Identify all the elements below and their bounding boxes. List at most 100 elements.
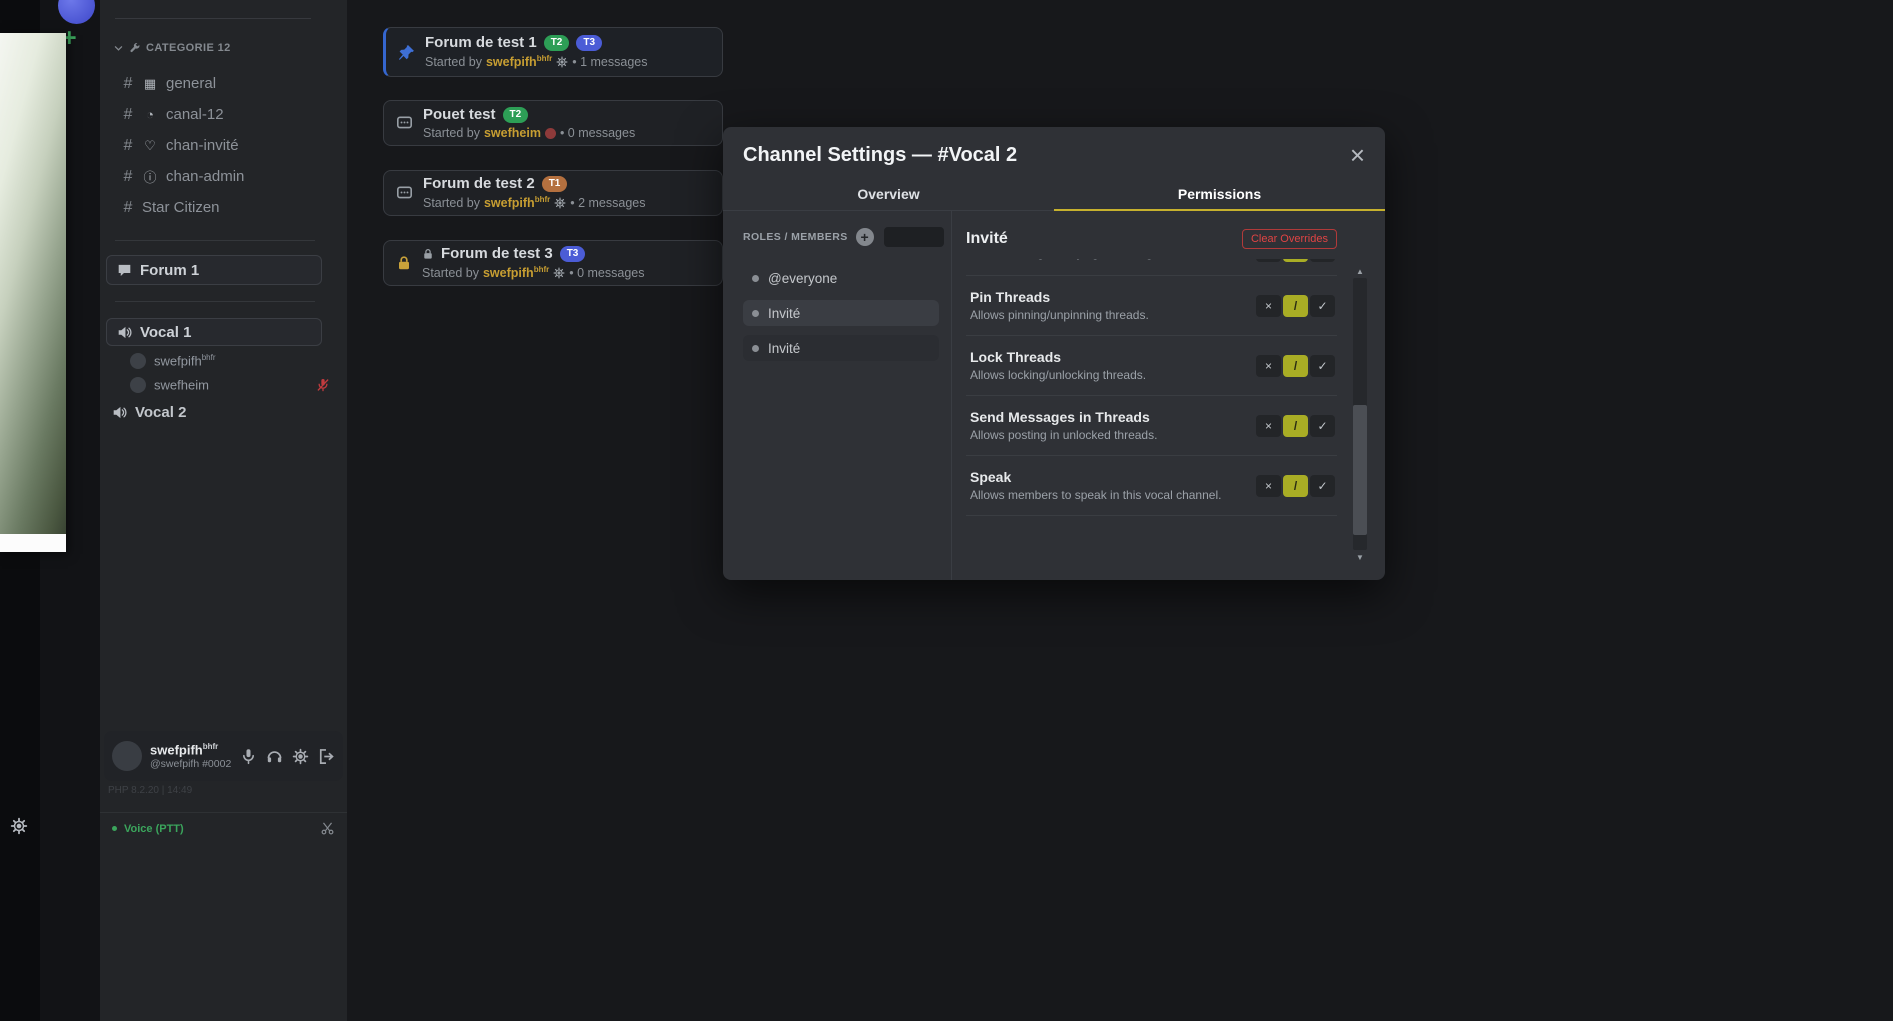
permission-info: Pin Threads Allows pinning/unpinning thr… (970, 289, 1149, 322)
channel-settings-modal: Channel Settings — #Vocal 2 × Overview P… (723, 127, 1385, 580)
participant-name: swefpifhbhfr (154, 353, 216, 368)
roles-pane: ROLES / MEMBERS + @everyone Invité (743, 211, 951, 580)
tab-overview[interactable]: Overview (723, 177, 1054, 210)
channel-label: Star Citizen (142, 199, 220, 216)
participant-name: swefheim (154, 377, 209, 392)
thread-body: Forum de test 1 T2 T3 Started by swefpif… (425, 34, 648, 69)
channel-label: chan-admin (166, 168, 244, 185)
modal-title: Channel Settings — #Vocal 2 (743, 144, 1017, 167)
deny-button[interactable]: × (1256, 259, 1281, 262)
thread-meta: Started by swefpifhbhfr • 2 messages (423, 195, 646, 210)
deny-button[interactable]: × (1256, 415, 1281, 437)
sidebar-divider (115, 301, 315, 302)
permission-info: Speak Allows members to speak in this vo… (970, 469, 1221, 502)
neutral-button[interactable]: / (1283, 475, 1308, 497)
headphones-icon[interactable] (266, 748, 283, 765)
channel-emoji: ♡ (142, 138, 158, 154)
sidebar-item-star-citizen[interactable]: # Star Citizen (122, 192, 332, 223)
logout-icon[interactable] (318, 748, 335, 765)
thread-card-forum-de-test-2[interactable]: Forum de test 2 T1 Started by swefpifhbh… (383, 170, 723, 216)
author-badge-icon (553, 267, 565, 279)
tag-badge: T3 (560, 246, 586, 262)
role-picker-box[interactable] (884, 227, 944, 247)
settings-gear-icon[interactable] (10, 817, 28, 835)
deny-button[interactable]: × (1256, 355, 1281, 377)
thread-title: Forum de test 1 (425, 34, 537, 51)
chevron-down-icon (113, 43, 124, 54)
thread-author: swefpifhbhfr (483, 265, 549, 280)
sidebar-item-vocal-1[interactable]: Vocal 1 (106, 318, 322, 346)
sidebar-item-vocal-2[interactable]: Vocal 2 (112, 400, 186, 424)
clear-overrides-button[interactable]: Clear Overrides (1242, 229, 1337, 249)
voice-user-swefheim[interactable]: swefheim (130, 373, 332, 397)
thread-card-forum-de-test-3[interactable]: Forum de test 3 T3 Started by swefpifhbh… (383, 240, 723, 286)
scroll-down-icon[interactable]: ▼ (1353, 551, 1367, 563)
gear-icon[interactable] (292, 748, 309, 765)
permission-row-speak: Speak Allows members to speak in this vo… (966, 456, 1337, 516)
role-item-invite-2[interactable]: Invité (743, 335, 939, 361)
user-handle: @swefpifh #0002 (150, 758, 232, 771)
screenshare-preview-bottom (0, 534, 66, 552)
sidebar-item-chan-admin[interactable]: # ⓘ chan-admin (122, 161, 332, 192)
message-square-icon (396, 185, 413, 202)
thread-title: Forum de test 3 (441, 245, 553, 262)
message-count: • 1 messages (572, 55, 647, 69)
permission-toggle-group: × / ✓ (1256, 295, 1335, 317)
add-role-button[interactable]: + (856, 228, 874, 246)
sidebar-divider (115, 18, 311, 19)
deny-button[interactable]: × (1256, 295, 1281, 317)
roles-header: ROLES / MEMBERS + (743, 227, 951, 247)
channel-sidebar: CATEGORIE 12 # ▦ general # ◔ canal-12 # … (100, 0, 347, 1021)
thread-title: Pouet test (423, 106, 496, 123)
pin-icon (398, 44, 415, 61)
author-emoji-icon (545, 128, 556, 139)
modal-scrollbar[interactable]: ▲ ▼ (1353, 265, 1367, 563)
modal-header: Channel Settings — #Vocal 2 × (723, 127, 1385, 177)
ptt-keybind-icon[interactable] (320, 821, 335, 836)
permission-info: Lock Threads Allows locking/unlocking th… (970, 349, 1146, 382)
voice-user-swefpifh[interactable]: swefpifhbhfr (130, 349, 332, 373)
hash-icon: # (122, 168, 134, 186)
sidebar-item-general[interactable]: # ▦ general (122, 68, 332, 99)
role-item-invite-selected[interactable]: Invité (743, 300, 939, 326)
role-item-everyone[interactable]: @everyone (743, 265, 939, 291)
thread-card-pouet-test[interactable]: Pouet test T2 Started by swefheim • 0 me… (383, 100, 723, 146)
allow-button[interactable]: ✓ (1310, 295, 1335, 317)
permission-row-lock-threads: Lock Threads Allows locking/unlocking th… (966, 336, 1337, 396)
thread-meta: Started by swefheim • 0 messages (423, 126, 635, 140)
hash-icon: # (122, 199, 134, 217)
role-name: Invité (768, 306, 800, 321)
selected-role-title: Invité (966, 230, 1008, 248)
neutral-button[interactable]: / (1283, 415, 1308, 437)
allow-button[interactable]: ✓ (1310, 355, 1335, 377)
sidebar-item-chan-invite[interactable]: # ♡ chan-invité (122, 130, 332, 161)
neutral-button[interactable]: / (1283, 295, 1308, 317)
screenshare-preview[interactable] (0, 33, 66, 552)
neutral-button[interactable]: / (1283, 259, 1308, 262)
message-count: • 0 messages (569, 266, 644, 280)
lock-icon (396, 255, 412, 271)
allow-button[interactable]: ✓ (1310, 259, 1335, 262)
category-header[interactable]: CATEGORIE 12 (113, 42, 231, 54)
permission-info: Send Messages in Threads Allows posting … (970, 409, 1157, 442)
allow-button[interactable]: ✓ (1310, 475, 1335, 497)
message-square-icon (396, 115, 413, 132)
user-panel: swefpifhbhfr @swefpifh #0002 (104, 731, 343, 781)
sidebar-item-canal-12[interactable]: # ◔ canal-12 (122, 99, 332, 130)
role-name: @everyone (768, 271, 837, 286)
user-avatar[interactable] (112, 741, 142, 771)
thread-body: Forum de test 3 T3 Started by swefpifhbh… (422, 245, 645, 280)
close-icon[interactable]: × (1350, 145, 1365, 166)
permissions-scroll-viewport[interactable]: Allows adding/modifying forum tags. × / … (966, 259, 1337, 559)
sidebar-item-forum-1[interactable]: Forum 1 (106, 255, 322, 285)
mic-icon[interactable] (240, 748, 257, 765)
tab-permissions[interactable]: Permissions (1054, 177, 1385, 210)
scrollbar-thumb[interactable] (1353, 405, 1367, 535)
allow-button[interactable]: ✓ (1310, 415, 1335, 437)
neutral-button[interactable]: / (1283, 355, 1308, 377)
scroll-up-icon[interactable]: ▲ (1353, 265, 1367, 277)
thread-card-forum-de-test-1[interactable]: Forum de test 1 T2 T3 Started by swefpif… (383, 27, 723, 77)
permission-toggle-group: × / ✓ (1256, 355, 1335, 377)
deny-button[interactable]: × (1256, 475, 1281, 497)
voice-status-bar: Voice (PTT) (100, 812, 347, 844)
